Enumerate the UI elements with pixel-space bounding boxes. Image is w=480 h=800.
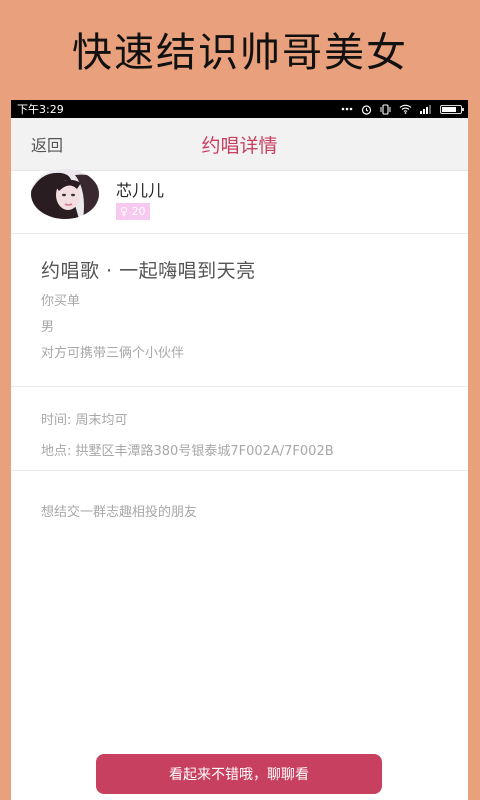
time-location-section: 时间: 周末均可 地点: 拱墅区丰潭路380号银泰城7F002A/7F002B [11,387,468,471]
gender-age-badge: ♀ 20 [116,203,150,220]
vibrate-icon [380,103,391,115]
banner-text: 快速结识帅哥美女 [72,30,408,76]
battery-level [442,106,456,112]
status-time: 下午3:29 [17,103,64,116]
gender-preference: 男 [41,320,55,335]
event-info-section: 约唱歌 · 一起嗨唱到天亮 你买单 男 对方可携带三俩个小伙伴 [11,256,468,387]
user-name: 芯儿儿 [116,181,165,200]
female-icon: ♀ [120,205,129,218]
description-section: 想结交一群志趣相投的朋友 [11,471,468,520]
battery-icon [440,104,464,114]
chat-button[interactable]: 看起来不错哦，聊聊看 [96,754,382,794]
event-title: 约唱歌 · 一起嗨唱到天亮 [41,260,256,282]
event-time: 时间: 周末均可 [41,413,128,428]
alarm-icon [361,104,372,115]
phone-screen: 下午3:29 返回 约唱详情 芯儿儿 ♀ 20 约唱歌 · 一起嗨唱到天亮 你买… [11,100,468,800]
signal-icon [420,104,432,114]
companions-info: 对方可携带三俩个小伙伴 [41,346,185,361]
user-profile-row[interactable]: 芯儿儿 ♀ 20 [11,169,468,234]
status-bar: 下午3:29 [11,100,468,118]
back-button[interactable]: 返回 [31,132,63,156]
event-location: 地点: 拱墅区丰潭路380号银泰城7F002A/7F002B [41,444,334,459]
wifi-icon [399,104,412,114]
payment-info: 你买单 [41,294,81,309]
user-age: 20 [131,205,146,218]
avatar[interactable] [31,169,99,219]
header-bar: 返回 约唱详情 [11,118,468,171]
promo-banner: 快速结识帅哥美女 [0,0,480,100]
page-title: 约唱详情 [201,134,278,157]
more-icon [341,107,353,111]
event-description: 想结交一群志趣相投的朋友 [41,505,198,520]
status-icons [341,103,464,115]
